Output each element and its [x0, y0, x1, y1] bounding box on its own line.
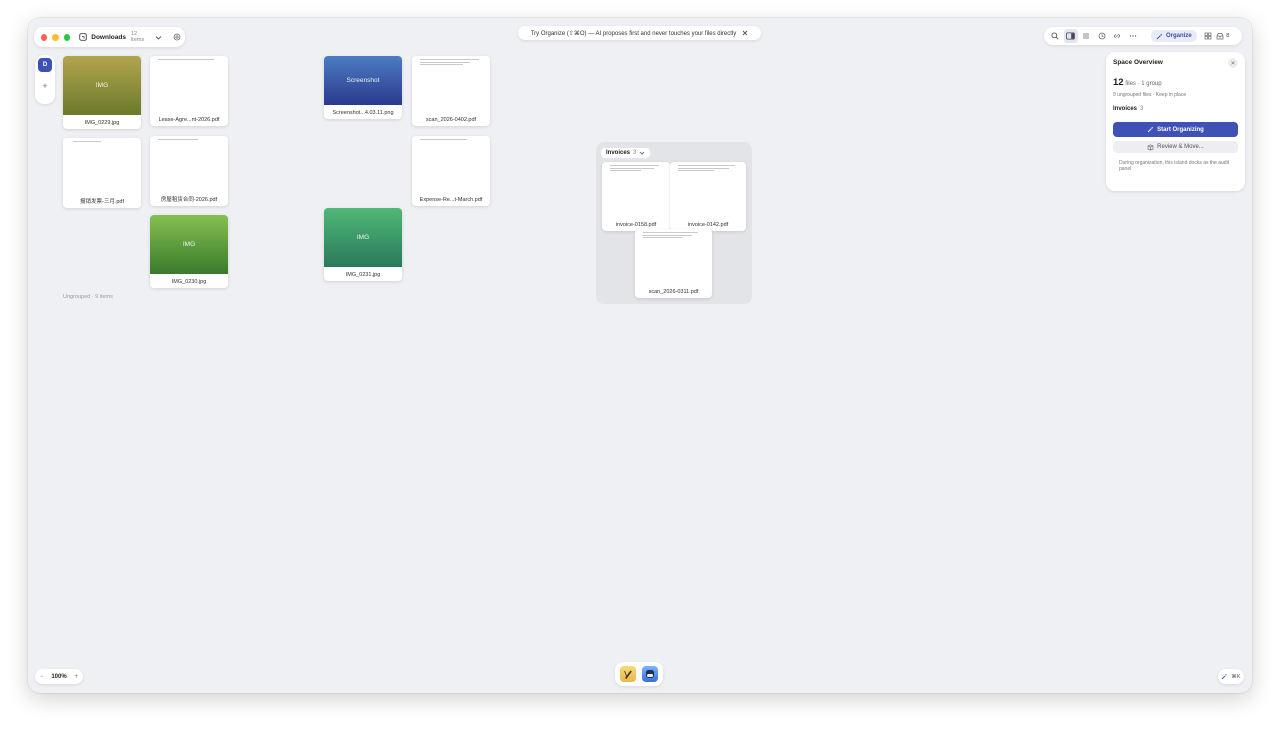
document-preview	[643, 232, 704, 240]
folder-icon	[79, 33, 88, 41]
file-name: IMG_0231.jpg	[345, 272, 381, 278]
file-name: scan_2026-0402.pdf	[425, 117, 477, 123]
file-name: Lease-Agre...nt-2026.pdf	[158, 117, 220, 123]
app-icon-notes[interactable]	[620, 666, 636, 682]
file-name: Screenshot...4.03.11.png	[332, 110, 394, 116]
group-count: 3	[633, 150, 637, 156]
file-card[interactable]: invoice-0158.pdf	[602, 162, 670, 231]
history-icon[interactable]	[1095, 29, 1109, 43]
toolbar: Organize 8	[1044, 27, 1242, 45]
settings-icon[interactable]	[173, 33, 181, 41]
space-sidebar: D +	[35, 55, 55, 104]
app-window: Downloads 12 items Try Organize (⇧⌘O) — …	[28, 18, 1252, 693]
file-card[interactable]: Lease-Agre...nt-2026.pdf	[150, 56, 228, 126]
panel-note: During organization, this island docks a…	[1119, 160, 1230, 173]
file-name: Expense-Re...t-March.pdf	[419, 197, 483, 203]
document-preview	[158, 59, 220, 67]
file-name: invoice-0158.pdf	[615, 222, 657, 228]
file-card[interactable]: scan_2026-0402.pdf	[412, 56, 490, 126]
app-icon-finder[interactable]	[642, 666, 658, 682]
file-card[interactable]: 报销发票-三月.pdf	[63, 138, 141, 208]
document-preview	[420, 59, 482, 67]
file-name: IMG_0229.jpg	[84, 120, 120, 126]
file-card[interactable]: Expense-Re...t-March.pdf	[412, 136, 490, 206]
file-name: 房屋租赁合同-2026.pdf	[160, 197, 218, 203]
search-icon[interactable]	[1048, 29, 1062, 43]
window-title: Downloads	[91, 33, 126, 41]
file-card[interactable]: Screenshot Screenshot...4.03.11.png	[324, 56, 402, 119]
zoom-window-button[interactable]	[63, 33, 71, 41]
command-palette-button[interactable]: ⌘K	[1218, 669, 1244, 684]
close-window-button[interactable]	[41, 33, 48, 41]
file-name: invoice-0142.pdf	[687, 222, 729, 228]
start-organizing-button[interactable]: Start Organizing	[1113, 122, 1238, 137]
sidebar-panel-icon[interactable]	[1063, 29, 1078, 43]
grid-icon[interactable]	[1201, 29, 1215, 43]
file-card[interactable]: IMG IMG_0230.jpg	[150, 215, 228, 288]
shortcut-label: ⌘K	[1231, 673, 1241, 680]
link-icon[interactable]	[1110, 29, 1124, 43]
document-preview	[158, 139, 198, 147]
title-bar: Downloads 12 items	[34, 27, 185, 47]
minimize-window-button[interactable]	[52, 33, 59, 41]
file-name: IMG_0230.jpg	[171, 279, 207, 285]
wand-icon	[1147, 126, 1154, 133]
file-summary: 12 files · 1 group	[1113, 77, 1238, 88]
file-card[interactable]: 房屋租赁合同-2026.pdf	[150, 136, 228, 206]
sparkle-icon	[1221, 673, 1228, 680]
document-preview	[610, 165, 662, 173]
banner-text: Try Organize (⇧⌘O) — AI proposes first a…	[530, 30, 737, 37]
add-space-icon[interactable]: +	[42, 82, 47, 91]
image-thumbnail: IMG	[150, 215, 228, 274]
ungrouped-label: Ungrouped · 9 items	[63, 294, 113, 300]
wand-icon	[1156, 33, 1163, 40]
group-header[interactable]: Invoices 3	[601, 148, 651, 158]
group-summary-count: 3	[1140, 106, 1144, 112]
start-organizing-label: Start Organizing	[1157, 126, 1204, 133]
zoom-control: − 100% +	[35, 669, 83, 684]
file-summary-text: files · 1 group	[1125, 81, 1162, 87]
image-thumbnail: IMG	[324, 208, 402, 267]
list-icon[interactable]	[1079, 29, 1093, 43]
organize-label: Organize	[1166, 33, 1192, 39]
file-name: scan_2026-0311.pdf	[648, 289, 699, 295]
more-icon[interactable]	[1126, 29, 1140, 43]
close-banner-icon[interactable]	[742, 30, 748, 36]
item-count: 12 items	[130, 31, 145, 43]
review-move-label: Review & Move...	[1157, 144, 1204, 150]
organize-button[interactable]: Organize	[1151, 30, 1197, 42]
file-card[interactable]: scan_2026-0311.pdf	[635, 229, 712, 298]
document-preview	[678, 165, 738, 173]
file-name: 报销发票-三月.pdf	[79, 199, 124, 205]
chevron-down-icon[interactable]	[155, 34, 162, 41]
dock	[615, 662, 663, 686]
review-move-button[interactable]: Review & Move...	[1113, 141, 1238, 153]
file-group[interactable]: Invoices 3 invoice-0158.pdf invoice-0142…	[596, 142, 752, 304]
group-name: Invoices	[606, 150, 631, 156]
tray-badge: 8	[1226, 33, 1230, 39]
image-thumbnail: Screenshot	[324, 56, 402, 105]
image-thumbnail: IMG	[63, 56, 141, 115]
space-overview-panel: Space Overview ✕ 12 files · 1 group 9 un…	[1106, 52, 1245, 191]
group-summary: Invoices 3	[1113, 106, 1238, 112]
file-card[interactable]: IMG IMG_0231.jpg	[324, 208, 402, 281]
organize-tip-banner: Try Organize (⇧⌘O) — AI proposes first a…	[518, 26, 761, 40]
file-card[interactable]: IMG IMG_0229.jpg	[63, 56, 141, 129]
zoom-in-button[interactable]: +	[74, 674, 78, 680]
chevron-down-icon[interactable]	[639, 150, 645, 156]
ungrouped-summary: 9 ungrouped files · Keep in place	[1113, 92, 1187, 98]
close-panel-icon[interactable]: ✕	[1228, 58, 1238, 68]
tray-icon[interactable]: 8	[1216, 29, 1229, 43]
zoom-level: 100%	[51, 673, 67, 680]
file-count: 12	[1113, 77, 1124, 88]
file-card[interactable]: invoice-0142.pdf	[670, 162, 746, 231]
document-preview	[73, 141, 101, 149]
space-avatar[interactable]: D	[38, 58, 52, 72]
group-summary-name: Invoices	[1113, 106, 1138, 112]
box-icon	[1147, 143, 1154, 151]
zoom-out-button[interactable]: −	[40, 674, 44, 680]
panel-title: Space Overview	[1113, 59, 1163, 66]
document-preview	[420, 139, 482, 147]
